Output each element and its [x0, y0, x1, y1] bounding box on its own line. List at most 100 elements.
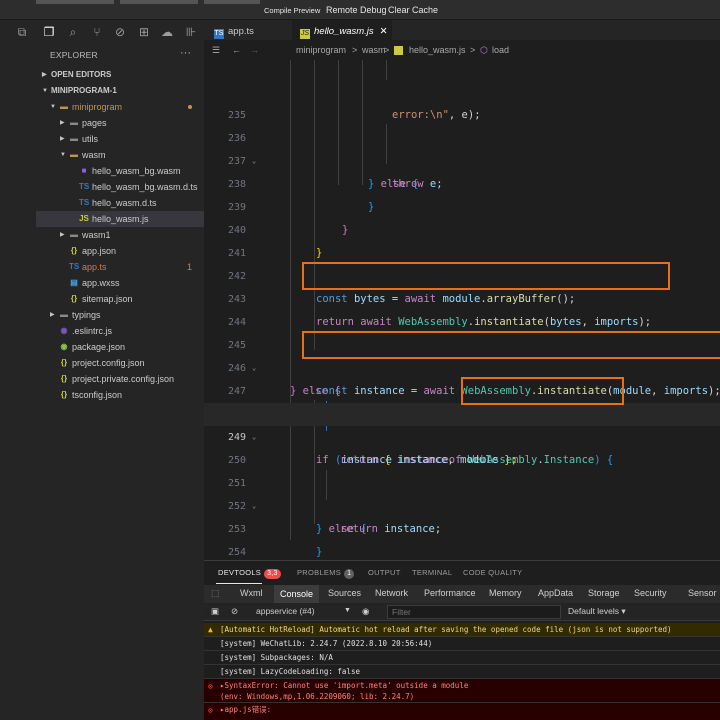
devtools-tab-storage[interactable]: Storage — [588, 588, 620, 598]
remote-debug-button[interactable]: Remote Debug — [326, 5, 387, 15]
clear-console-icon[interactable]: ⊘ — [231, 606, 238, 617]
tab-devtools[interactable]: DEVTOOLS 3,3 — [218, 568, 281, 579]
tree-item-label: utils — [82, 134, 99, 144]
chevron-right-icon[interactable]: ▶ — [50, 307, 58, 323]
tree-item[interactable]: {} app.json — [36, 243, 204, 259]
source-control-icon[interactable]: ⑂ — [90, 25, 104, 39]
tab-output[interactable]: OUTPUT — [368, 568, 401, 577]
list-icon[interactable]: ☰ — [212, 40, 220, 60]
highlight-box — [302, 262, 670, 290]
section-open-editors[interactable]: ▶ OPEN EDITORS — [36, 67, 204, 83]
console-output: ▲ [Automatic HotReload] Automatic hot rel… — [204, 621, 720, 720]
breadcrumb-item[interactable]: miniprogram — [296, 40, 346, 60]
devtools-tab-sensor[interactable]: Sensor — [688, 588, 717, 598]
tab-code-quality[interactable]: CODE QUALITY — [463, 568, 522, 577]
tree-item[interactable]: {} tsconfig.json — [36, 387, 204, 403]
tab-label: app.ts — [228, 26, 254, 37]
tree-item-label: hello_wasm.d.ts — [92, 198, 157, 208]
devtools-tab-network[interactable]: Network — [375, 588, 408, 598]
json-file-icon: {} — [70, 246, 78, 255]
tree-item-label: app.wxss — [82, 278, 120, 288]
chevron-down-icon[interactable]: ▼ — [344, 607, 351, 614]
console-error[interactable]: ⊗ ▸app.js错误: — [204, 703, 720, 720]
code-line: 250 — [204, 426, 720, 466]
devtools-tab-appdata[interactable]: AppData — [538, 588, 573, 598]
console-filterbar: ▣ ⊘ appservice (#4) ▼ ◉ Default levels ▾ — [204, 603, 720, 621]
tree-item[interactable]: ▼ ▬ miniprogram — [36, 99, 204, 115]
breadcrumb-item[interactable]: load — [492, 40, 509, 60]
chevron-right-icon[interactable]: ▶ — [60, 115, 68, 131]
tree-item[interactable]: TS app.ts 1 — [36, 259, 204, 275]
close-icon[interactable]: ✕ — [380, 26, 388, 37]
chevron-down-icon: ▼ — [42, 88, 48, 94]
code-line: 255 } — [204, 541, 720, 560]
cloud-icon[interactable]: ☁ — [160, 25, 174, 39]
breadcrumb-sep: > — [384, 45, 390, 55]
tree-item[interactable]: ◉ .eslintrc.js — [36, 323, 204, 339]
tab-problems[interactable]: PROBLEMS 1 — [297, 568, 355, 579]
tree-item[interactable]: ▶ ▬ typings — [36, 307, 204, 323]
breadcrumb-item[interactable]: wasm — [362, 40, 386, 60]
code-line: 239 } — [204, 173, 720, 236]
breadcrumb-item[interactable]: hello_wasm.js — [409, 40, 466, 60]
eye-icon[interactable]: ◉ — [362, 606, 369, 617]
code-line: 251 ⌄ } else { — [204, 449, 720, 535]
tree-item[interactable]: ▶ ▬ pages — [36, 115, 204, 131]
devtools-tab-wxml[interactable]: Wxml — [240, 588, 263, 598]
activity-bar: ⧉ ❐ ⌕ ⑂ ⊘ ⊞ ☁ ⊪ — [0, 20, 204, 44]
code-line: error:\n", e); — [204, 60, 720, 121]
sidebar-toggle-icon[interactable]: ▣ — [211, 606, 219, 617]
chevron-right-icon[interactable]: ▶ — [60, 131, 68, 147]
tree-item[interactable]: {} project.config.json — [36, 355, 204, 371]
section-project[interactable]: ▼ MINIPROGRAM-1 — [36, 83, 204, 99]
tree-item[interactable]: TS hello_wasm.d.ts — [36, 195, 204, 211]
tab-terminal[interactable]: TERMINAL — [412, 568, 452, 577]
tree-item[interactable]: TS hello_wasm_bg.wasm.d.ts — [36, 179, 204, 195]
breadcrumb-sep: > — [470, 45, 476, 55]
tree-item[interactable]: ▶ ▬ utils — [36, 131, 204, 147]
tab-label: hello_wasm.js — [314, 26, 374, 37]
inspect-icon[interactable]: ⬚ — [211, 588, 220, 599]
tree-item[interactable]: ▼ ▬ wasm — [36, 147, 204, 163]
search-icon[interactable]: ⌕ — [66, 25, 80, 39]
context-select[interactable]: appservice (#4) — [256, 606, 315, 616]
tree-item[interactable]: ■ hello_wasm_bg.wasm — [36, 163, 204, 179]
chevron-right-icon[interactable]: ▶ — [60, 227, 68, 243]
files-icon[interactable]: ⧉ — [15, 25, 29, 39]
explorer-more-button[interactable]: ··· — [180, 47, 191, 59]
more-icon[interactable]: ⊪ — [184, 25, 198, 39]
tree-item[interactable]: ◉ package.json — [36, 339, 204, 355]
extensions-icon[interactable]: ⊞ — [137, 25, 151, 39]
devtools-tab-memory[interactable]: Memory — [489, 588, 522, 598]
log-levels-dropdown[interactable]: Default levels ▾ — [568, 606, 626, 617]
code-line-current: 249 return { instance, module }; — [204, 403, 720, 466]
code-editor[interactable]: error:\n", e); 235 236 ⌄ } else { 237 th… — [204, 60, 720, 560]
top-toolbar: Compile Preview Remote Debug Clear Cache — [0, 0, 720, 20]
tree-item[interactable]: {} project.private.config.json — [36, 371, 204, 387]
filter-input[interactable] — [387, 605, 561, 619]
debug-icon[interactable]: ⊘ — [113, 25, 127, 39]
devtools-tab-sources[interactable]: Sources — [328, 588, 361, 598]
tree-item[interactable]: ▤ app.wxss — [36, 275, 204, 291]
chevron-down-icon[interactable]: ▼ — [60, 147, 68, 163]
tree-item[interactable]: JS hello_wasm.js — [36, 211, 204, 227]
console-error[interactable]: ⊗ ▸SyntaxError: Cannot use 'import.meta'… — [204, 679, 720, 703]
clear-cache-button[interactable]: Clear Cache — [388, 5, 438, 15]
chevron-down-icon[interactable]: ▼ — [50, 99, 58, 115]
chevron-right-icon: ▶ — [42, 72, 47, 78]
tree-item[interactable]: ▶ ▬ wasm1 — [36, 227, 204, 243]
method-icon: ⬡ — [480, 45, 488, 55]
tree-item-label: hello_wasm_bg.wasm — [92, 166, 181, 176]
bottom-panel: DEVTOOLS 3,3 PROBLEMS 1 OUTPUT TERMINAL CO… — [204, 560, 720, 720]
forward-icon[interactable]: → — [250, 40, 259, 60]
compile-preview-button[interactable]: Compile Preview — [264, 6, 320, 15]
console-log: [system] WeChatLib: 2.24.7 (2022.8.10 20… — [204, 637, 720, 651]
devtools-tab-security[interactable]: Security — [634, 588, 667, 598]
devtools-tab-performance[interactable]: Performance — [424, 588, 476, 598]
devtools-tab-console[interactable]: Console — [274, 585, 320, 603]
tree-item-label: app.json — [82, 246, 117, 256]
files-icon[interactable]: ❐ — [42, 25, 56, 39]
back-icon[interactable]: ← — [232, 40, 241, 60]
tree-item[interactable]: {} sitemap.json — [36, 291, 204, 307]
modified-dot — [188, 105, 192, 109]
